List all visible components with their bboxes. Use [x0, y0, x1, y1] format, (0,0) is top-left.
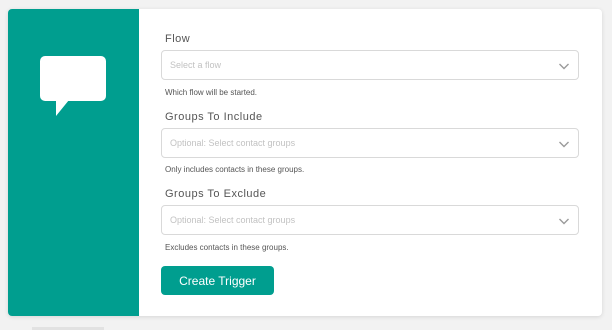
groups-exclude-select[interactable]: Optional: Select contact groups: [161, 205, 579, 235]
flow-select[interactable]: Select a flow: [161, 50, 579, 80]
groups-include-help-text: Only includes contacts in these groups.: [165, 165, 305, 174]
groups-include-placeholder: Optional: Select contact groups: [170, 138, 296, 148]
groups-exclude-label: Groups To Exclude: [165, 188, 267, 200]
flow-label: Flow: [165, 33, 191, 45]
groups-exclude-placeholder: Optional: Select contact groups: [170, 215, 296, 225]
groups-exclude-help-text: Excludes contacts in these groups.: [165, 243, 289, 252]
chat-bubble-icon: [40, 56, 106, 116]
flow-help-text: Which flow will be started.: [165, 88, 258, 97]
trigger-icon-panel: [8, 9, 139, 316]
create-trigger-button[interactable]: Create Trigger: [161, 266, 274, 295]
chevron-down-icon: [559, 141, 569, 148]
flow-select-placeholder: Select a flow: [170, 60, 222, 70]
chevron-down-icon: [559, 63, 569, 70]
groups-include-select[interactable]: Optional: Select contact groups: [161, 128, 579, 158]
chevron-down-icon: [559, 218, 569, 225]
groups-include-label: Groups To Include: [165, 111, 263, 123]
trigger-card: Flow Select a flow Which flow will be st…: [8, 9, 602, 316]
